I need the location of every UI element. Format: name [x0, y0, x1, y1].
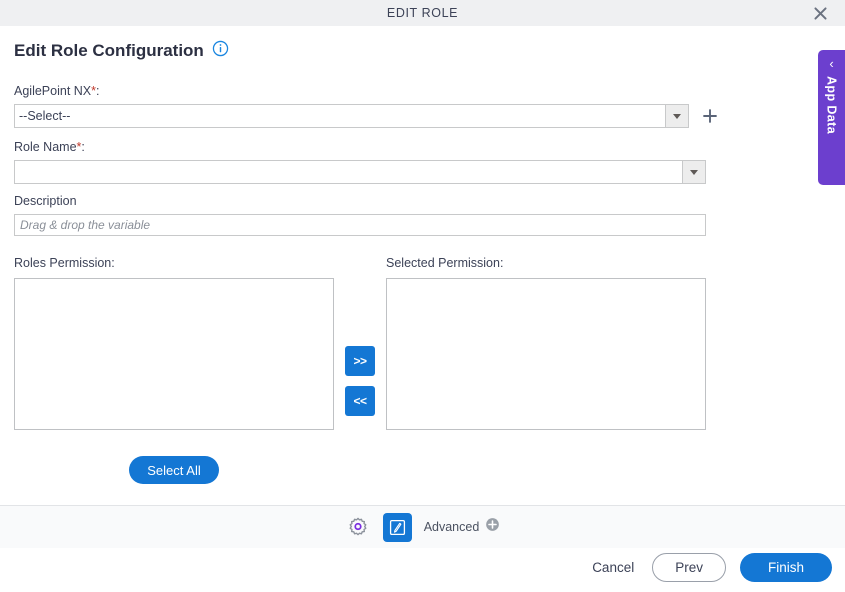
plus-icon[interactable]: [701, 106, 721, 126]
permissions-boxes: >> << Select All: [14, 278, 706, 484]
chevron-down-icon[interactable]: [682, 161, 705, 183]
label-colon: :: [96, 84, 100, 98]
page-title: Edit Role Configuration: [14, 41, 204, 60]
selected-permission-label: Selected Permission:: [386, 256, 504, 270]
edit-pencil-icon[interactable]: [382, 512, 412, 542]
chevron-left-icon: ‹: [829, 56, 834, 71]
selected-permission-listbox[interactable]: [386, 278, 706, 430]
role-name-label-text: Role Name: [14, 140, 77, 154]
advanced-toggle[interactable]: Advanced: [424, 517, 501, 537]
dialog-titlebar: EDIT ROLE: [0, 0, 845, 26]
description-label: Description: [14, 194, 77, 208]
chevron-down-icon[interactable]: [664, 105, 688, 127]
move-left-button[interactable]: <<: [345, 386, 375, 416]
role-name-label: Role Name*:: [14, 140, 720, 155]
agilepoint-nx-label: AgilePoint NX*:: [14, 84, 720, 99]
agilepoint-nx-label-text: AgilePoint NX: [14, 84, 92, 98]
move-right-button[interactable]: >>: [345, 346, 375, 376]
app-data-tab[interactable]: ‹ App Data: [818, 50, 845, 185]
edit-role-dialog: EDIT ROLE Edit Role Configuration AgileP…: [0, 0, 845, 592]
role-name-row: [14, 160, 720, 184]
roles-permission-label: Roles Permission:: [14, 256, 115, 270]
cancel-button[interactable]: Cancel: [588, 560, 638, 575]
prev-button[interactable]: Prev: [652, 553, 726, 582]
role-form: AgilePoint NX*: --Select-- Role Name*: D…: [14, 84, 720, 236]
bottom-toolbar: Advanced: [0, 506, 845, 548]
app-data-label: App Data: [824, 76, 839, 135]
transfer-buttons: >> <<: [345, 346, 375, 416]
select-all-button[interactable]: Select All: [129, 456, 219, 484]
role-name-value: [15, 161, 682, 183]
dialog-title: EDIT ROLE: [386, 6, 459, 20]
page-header: Edit Role Configuration: [14, 40, 229, 62]
label-colon: :: [81, 140, 85, 154]
advanced-label: Advanced: [423, 520, 480, 534]
agilepoint-nx-select[interactable]: --Select--: [14, 104, 689, 128]
select-all-wrap: Select All: [14, 456, 334, 484]
close-icon[interactable]: [803, 0, 837, 26]
permissions-section: Roles Permission: Selected Permission: >…: [14, 256, 706, 484]
role-name-select[interactable]: [14, 160, 706, 184]
permissions-labels: Roles Permission: Selected Permission:: [14, 256, 706, 273]
circle-plus-icon[interactable]: [485, 517, 500, 537]
agilepoint-nx-row: --Select--: [14, 104, 720, 128]
info-icon[interactable]: [212, 40, 229, 62]
agilepoint-nx-value: --Select--: [19, 109, 71, 123]
gear-icon[interactable]: [345, 514, 371, 540]
finish-button[interactable]: Finish: [739, 553, 832, 582]
dialog-actions: Cancel Prev Finish: [588, 553, 832, 582]
description-input[interactable]: [14, 214, 706, 236]
roles-permission-listbox[interactable]: [14, 278, 334, 430]
